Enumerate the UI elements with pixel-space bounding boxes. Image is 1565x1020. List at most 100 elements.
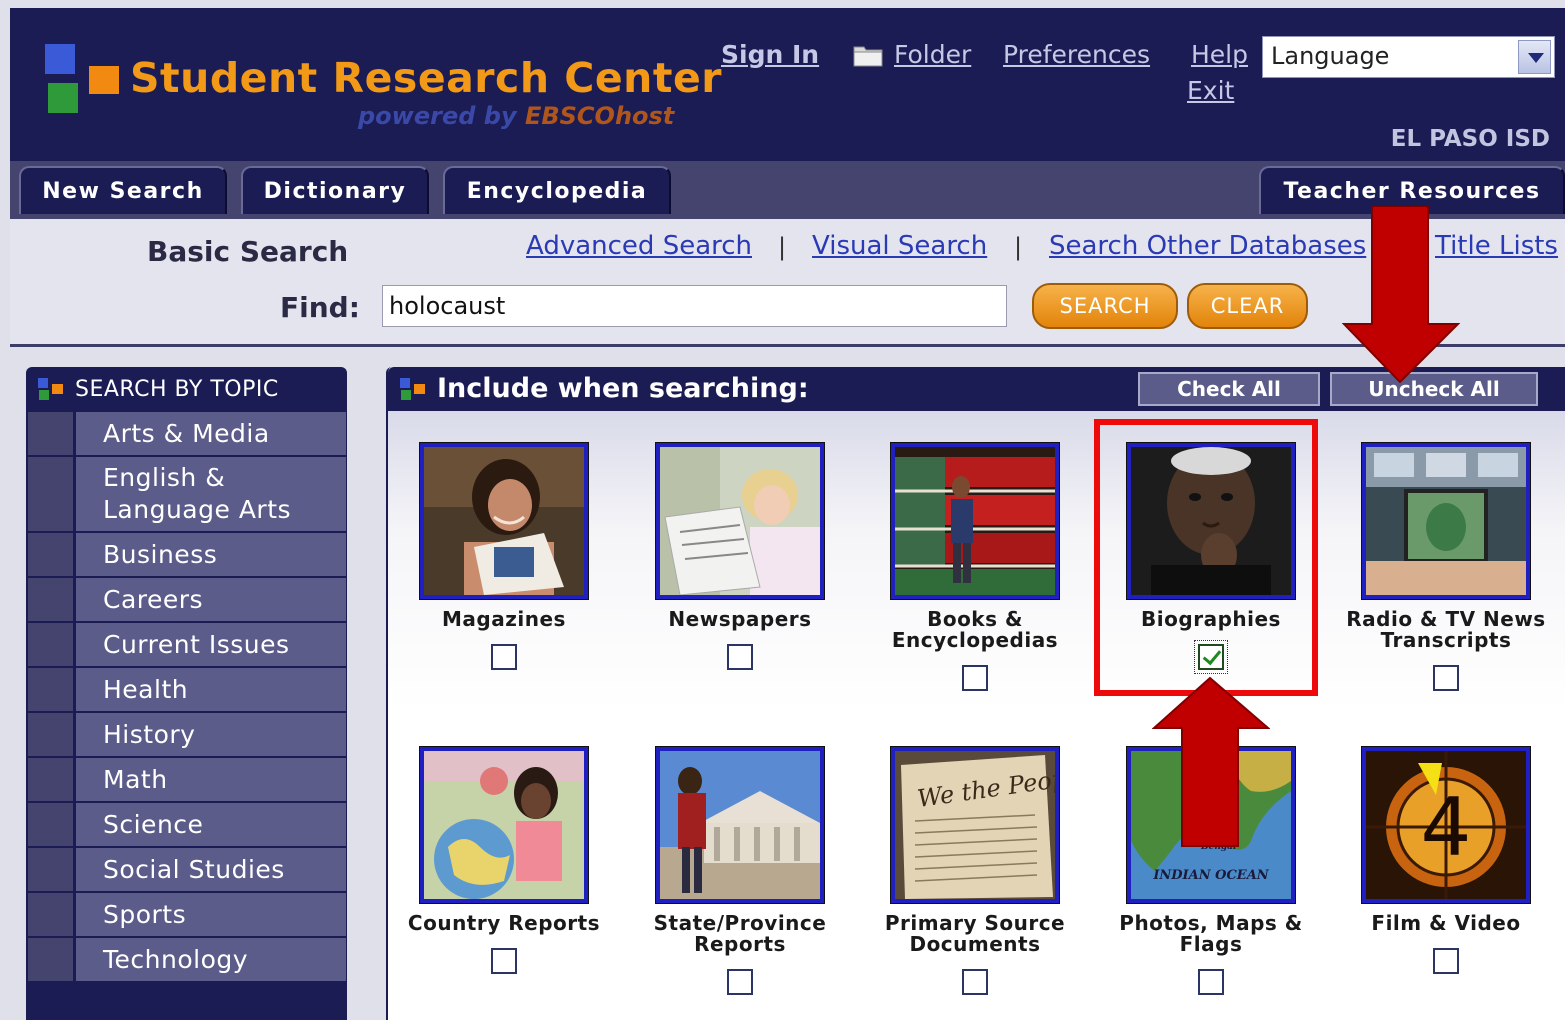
sidebar-item-careers[interactable]: Careers [28,578,346,621]
main-nav: New Search Dictionary Encyclopedia Teach… [10,161,1565,219]
globe-student-photo[interactable] [419,746,589,904]
library-shelves-photo[interactable] [890,442,1060,600]
biographies-checkbox[interactable] [1198,644,1224,670]
capitol-building-photo[interactable] [655,746,825,904]
sidebar-item-health[interactable]: Health [28,668,346,711]
logo-mini-icon [400,377,427,400]
find-label: Find: [280,291,360,324]
sidebar-item-sports[interactable]: Sports [28,893,346,936]
clear-button[interactable]: CLEAR [1187,283,1308,329]
film-digit: 4 [1421,781,1472,874]
sidebar-item-label: Technology [76,938,346,981]
sidebar-item-label: Current Issues [76,623,346,666]
map-photo[interactable]: Bengal INDIAN OCEAN [1126,746,1296,904]
search-button[interactable]: SEARCH [1032,283,1178,329]
panel-title-text: Include when searching: [437,373,809,404]
map-label-bengal: Bengal [1200,842,1237,852]
panel-header: Include when searching: Check All Unchec… [388,367,1565,411]
language-select[interactable]: Language [1262,36,1555,78]
search-other-databases-link[interactable]: Search Other Databases [1049,231,1366,261]
sidebar-item-label: Math [76,758,346,801]
source-label: State/Province Reports [653,911,827,956]
uncheck-all-button[interactable]: Uncheck All [1330,372,1538,406]
logo-powered-by: powered by [358,102,525,130]
radio-tv-news-checkbox[interactable] [1433,665,1459,691]
sidebar-item-label: History [76,713,346,756]
tab-new-search[interactable]: New Search [19,166,227,214]
books-encyclopedias-checkbox[interactable] [962,665,988,691]
help-link[interactable]: Help [1191,40,1248,69]
sidebar-item-label: Social Studies [76,848,346,891]
preferences-link[interactable]: Preferences [1003,40,1150,69]
source-label: Books & Encyclopedias [891,607,1059,652]
sidebar-item-label: Sports [76,893,346,936]
state-province-reports-checkbox[interactable] [727,969,753,995]
logo-mini-icon [38,378,65,400]
organization-name: EL PASO ISD [1390,126,1550,152]
sidebar-item-arts-media[interactable]: Arts & Media [28,412,346,455]
magazine-reader-photo[interactable] [419,442,589,600]
source-label: Country Reports [407,911,601,935]
separator: | [778,233,787,261]
search-area: Basic Search Advanced Search | Visual Se… [10,219,1565,347]
sidebar-item-label: Science [76,803,346,846]
sign-in-link[interactable]: Sign In [721,40,819,69]
tv-studio-photo[interactable] [1361,442,1531,600]
newspaper-reader-photo[interactable] [655,442,825,600]
logo-title: Student Research Center [130,54,722,102]
basic-search-heading: Basic Search [147,235,349,268]
portrait-photo[interactable] [1126,442,1296,600]
source-label: Primary Source Documents [884,911,1066,956]
newspapers-checkbox[interactable] [727,644,753,670]
tab-encyclopedia[interactable]: Encyclopedia [443,166,671,214]
source-label: Biographies [1141,607,1281,631]
photos-maps-flags-checkbox[interactable] [1198,969,1224,995]
sidebar-item-math[interactable]: Math [28,758,346,801]
app-header: Student Research Center powered by EBSCO… [10,8,1565,161]
sidebar-item-current-issues[interactable]: Current Issues [28,623,346,666]
country-reports-checkbox[interactable] [491,948,517,974]
exit-link[interactable]: Exit [1187,76,1234,105]
sidebar-item-english-language-arts[interactable]: English & Language Arts [28,457,346,531]
advanced-search-link[interactable]: Advanced Search [526,231,752,261]
sidebar-item-technology[interactable]: Technology [28,938,346,981]
logo-orange-square [89,66,119,94]
language-select-value: Language [1271,42,1390,70]
tab-dictionary[interactable]: Dictionary [241,166,429,214]
sidebar-item-business[interactable]: Business [28,533,346,576]
check-all-button[interactable]: Check All [1138,372,1320,406]
magazines-checkbox[interactable] [491,644,517,670]
sidebar-item-label: Business [76,533,346,576]
film-video-checkbox[interactable] [1433,948,1459,974]
primary-source-documents-checkbox[interactable] [962,969,988,995]
sidebar-item-social-studies[interactable]: Social Studies [28,848,346,891]
tab-teacher-resources[interactable]: Teacher Resources [1259,166,1565,214]
sidebar-header: SEARCH BY TOPIC [26,367,347,411]
sidebar-item-label: Health [76,668,346,711]
sidebar-item-history[interactable]: History [28,713,346,756]
search-input[interactable] [382,285,1007,327]
title-lists-link[interactable]: Title Lists [1435,231,1558,261]
separator: | [1014,233,1023,261]
source-label: Newspapers [668,607,812,631]
film-countdown-photo[interactable]: 4 [1361,746,1531,904]
source-label: Film & Video [1371,911,1521,935]
logo-green-square [48,83,78,113]
source-label: Magazines [442,607,566,631]
historic-document-photo[interactable]: We the People [890,746,1060,904]
panel-title: Include when searching: [400,373,809,404]
folder-icon[interactable] [853,43,883,67]
logo-brand: EBSCOhost [524,102,675,130]
map-label-ocean: INDIAN OCEAN [1152,868,1269,883]
sidebar-item-science[interactable]: Science [28,803,346,846]
sidebar-item-label: English & Language Arts [76,457,346,531]
folder-link[interactable]: Folder [894,40,971,69]
sidebar-title: SEARCH BY TOPIC [75,376,279,402]
topic-sidebar: SEARCH BY TOPIC Arts & Media English & L… [26,367,347,1020]
logo-subtitle: powered by EBSCOhost [358,102,674,130]
chevron-down-icon[interactable] [1518,40,1551,74]
source-label: Radio & TV News Transcripts [1346,607,1546,652]
sidebar-item-label: Careers [76,578,346,621]
sidebar-item-label: Arts & Media [76,412,346,455]
visual-search-link[interactable]: Visual Search [812,231,987,261]
